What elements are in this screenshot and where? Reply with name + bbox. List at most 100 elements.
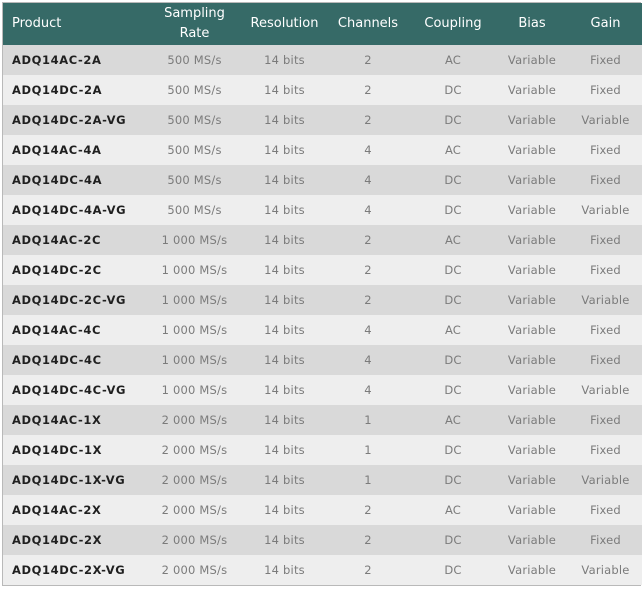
cell-product: ADQ14DC-1X-VG bbox=[12, 473, 126, 487]
table-row: ADQ14AC-4C 1 000 MS/s 14 bits 4 AC Variable Fi… bbox=[3, 315, 642, 345]
cell-resolution: 14 bits bbox=[264, 143, 305, 157]
cell-resolution: 14 bits bbox=[264, 353, 305, 367]
cell-bias: Variable bbox=[507, 443, 557, 457]
table-row: ADQ14DC-4A-VG 500 MS/s 14 bits 4 DC Variable V… bbox=[3, 195, 642, 225]
cell-product: ADQ14DC-2A bbox=[12, 83, 103, 97]
cell-gain: Fixed bbox=[590, 353, 621, 367]
header-sampling-rate: Sampling Rate bbox=[164, 6, 225, 41]
cell-coupling: DC bbox=[444, 293, 462, 307]
cell-channels: 2 bbox=[364, 563, 372, 577]
table-row: ADQ14DC-1X-VG 2 000 MS/s 14 bits 1 DC Variabl… bbox=[3, 465, 642, 495]
cell-gain: Variable bbox=[581, 563, 630, 577]
cell-bias: Variable bbox=[507, 53, 557, 67]
cell-sampling-rate: 1 000 MS/s bbox=[161, 383, 228, 397]
cell-sampling-rate: 2 000 MS/s bbox=[161, 503, 228, 517]
table-row: ADQ14AC-1X 2 000 MS/s 14 bits 1 AC Variable Fi… bbox=[3, 405, 642, 435]
table-row: ADQ14DC-4C-VG 1 000 MS/s 14 bits 4 DC Variabl… bbox=[3, 375, 642, 405]
cell-bias: Variable bbox=[507, 173, 557, 187]
cell-gain: Fixed bbox=[590, 143, 621, 157]
cell-channels: 4 bbox=[364, 143, 372, 157]
cell-resolution: 14 bits bbox=[264, 53, 305, 67]
cell-channels: 4 bbox=[364, 203, 372, 217]
table-body: ADQ14AC-2A 500 MS/s 14 bits 2 AC Variable Fixe… bbox=[3, 45, 642, 585]
cell-channels: 2 bbox=[364, 233, 372, 247]
cell-gain: Fixed bbox=[590, 263, 621, 277]
cell-coupling: DC bbox=[444, 353, 462, 367]
cell-channels: 4 bbox=[364, 353, 372, 367]
cell-gain: Fixed bbox=[590, 233, 621, 247]
cell-bias: Variable bbox=[507, 503, 557, 517]
cell-gain: Variable bbox=[581, 203, 630, 217]
cell-resolution: 14 bits bbox=[264, 83, 305, 97]
cell-coupling: AC bbox=[444, 53, 462, 67]
cell-product: ADQ14AC-4C bbox=[12, 323, 102, 337]
cell-resolution: 14 bits bbox=[264, 563, 305, 577]
cell-resolution: 14 bits bbox=[264, 383, 305, 397]
cell-coupling: DC bbox=[444, 263, 462, 277]
cell-bias: Variable bbox=[507, 113, 557, 127]
cell-gain: Variable bbox=[581, 113, 630, 127]
product-spec-table: Product Sampling Rate Resolution Channel… bbox=[3, 3, 642, 585]
cell-product: ADQ14DC-4C-VG bbox=[12, 383, 127, 397]
cell-channels: 2 bbox=[364, 113, 372, 127]
cell-bias: Variable bbox=[507, 263, 557, 277]
table-row: ADQ14DC-2X-VG 2 000 MS/s 14 bits 2 DC Variabl… bbox=[3, 555, 642, 585]
cell-channels: 2 bbox=[364, 83, 372, 97]
cell-coupling: AC bbox=[444, 143, 462, 157]
product-table-container: Product Sampling Rate Resolution Channel… bbox=[2, 2, 642, 586]
cell-bias: Variable bbox=[507, 83, 557, 97]
cell-coupling: DC bbox=[444, 203, 462, 217]
cell-channels: 2 bbox=[364, 53, 372, 67]
cell-gain: Fixed bbox=[590, 533, 621, 547]
cell-bias: Variable bbox=[507, 383, 557, 397]
cell-sampling-rate: 1 000 MS/s bbox=[161, 323, 228, 337]
header-resolution: Resolution bbox=[250, 16, 319, 31]
table-row: ADQ14DC-2C 1 000 MS/s 14 bits 2 DC Variable Fi… bbox=[3, 255, 642, 285]
cell-sampling-rate: 1 000 MS/s bbox=[161, 233, 228, 247]
cell-channels: 4 bbox=[364, 173, 372, 187]
cell-resolution: 14 bits bbox=[264, 203, 305, 217]
cell-channels: 2 bbox=[364, 533, 372, 547]
cell-gain: Variable bbox=[581, 293, 630, 307]
cell-channels: 4 bbox=[364, 383, 372, 397]
cell-bias: Variable bbox=[507, 203, 557, 217]
cell-gain: Fixed bbox=[590, 413, 621, 427]
cell-product: ADQ14DC-4C bbox=[12, 353, 102, 367]
cell-coupling: DC bbox=[444, 563, 462, 577]
cell-bias: Variable bbox=[507, 233, 557, 247]
cell-resolution: 14 bits bbox=[264, 413, 305, 427]
cell-sampling-rate: 1 000 MS/s bbox=[161, 263, 228, 277]
cell-product: ADQ14AC-4A bbox=[12, 143, 102, 157]
table-row: ADQ14DC-2X 2 000 MS/s 14 bits 2 DC Variable Fi… bbox=[3, 525, 642, 555]
cell-channels: 1 bbox=[364, 413, 372, 427]
cell-gain: Variable bbox=[581, 473, 630, 487]
cell-gain: Fixed bbox=[590, 173, 621, 187]
cell-coupling: DC bbox=[444, 443, 462, 457]
table-row: ADQ14AC-2A 500 MS/s 14 bits 2 AC Variable Fixe… bbox=[3, 45, 642, 75]
cell-channels: 2 bbox=[364, 263, 372, 277]
table-row: ADQ14DC-1X 2 000 MS/s 14 bits 1 DC Variable Fi… bbox=[3, 435, 642, 465]
cell-sampling-rate: 2 000 MS/s bbox=[161, 473, 228, 487]
cell-resolution: 14 bits bbox=[264, 443, 305, 457]
table-row: ADQ14DC-2C-VG 1 000 MS/s 14 bits 2 DC Variabl… bbox=[3, 285, 642, 315]
cell-sampling-rate: 500 MS/s bbox=[167, 143, 222, 157]
cell-bias: Variable bbox=[507, 293, 557, 307]
cell-product: ADQ14AC-2C bbox=[12, 233, 102, 247]
cell-resolution: 14 bits bbox=[264, 293, 305, 307]
cell-resolution: 14 bits bbox=[264, 173, 305, 187]
cell-channels: 2 bbox=[364, 293, 372, 307]
cell-coupling: DC bbox=[444, 113, 462, 127]
cell-bias: Variable bbox=[507, 473, 557, 487]
cell-bias: Variable bbox=[507, 413, 557, 427]
cell-sampling-rate: 500 MS/s bbox=[167, 53, 222, 67]
cell-product: ADQ14AC-2X bbox=[12, 503, 102, 517]
cell-product: ADQ14DC-1X bbox=[12, 443, 103, 457]
cell-product: ADQ14DC-2A-VG bbox=[12, 113, 127, 127]
cell-sampling-rate: 2 000 MS/s bbox=[161, 443, 228, 457]
cell-coupling: DC bbox=[444, 383, 462, 397]
cell-coupling: AC bbox=[444, 413, 462, 427]
header-product: Product bbox=[12, 16, 62, 31]
cell-resolution: 14 bits bbox=[264, 263, 305, 277]
header-coupling: Coupling bbox=[424, 16, 482, 31]
cell-gain: Variable bbox=[581, 383, 630, 397]
